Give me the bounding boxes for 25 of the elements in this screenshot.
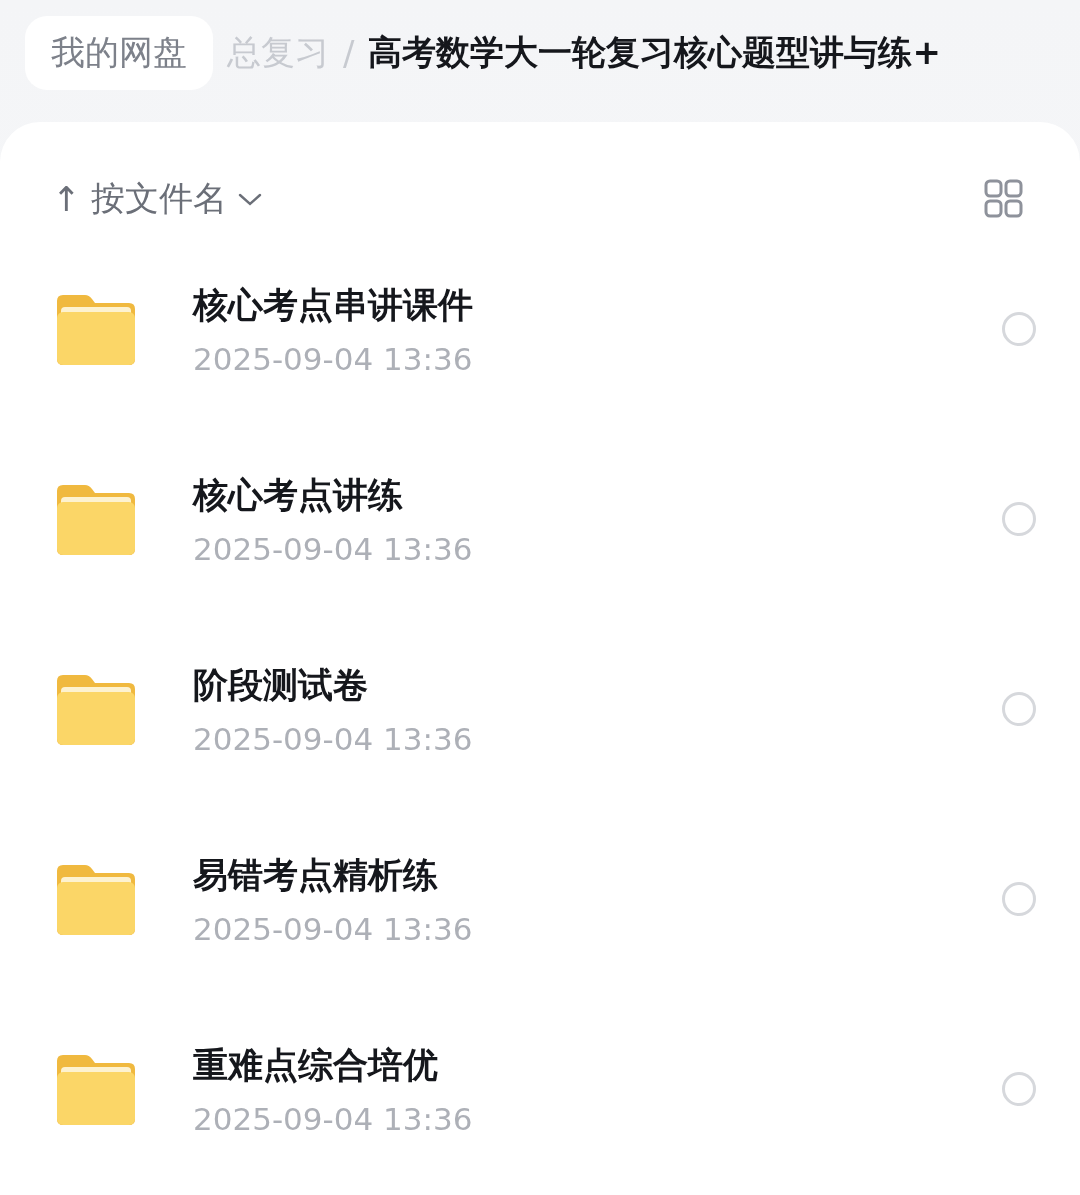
sort-button[interactable]: ↑ 按文件名 [52,176,263,222]
folder-icon [55,673,137,745]
folder-icon [55,863,137,935]
folder-name[interactable]: 易错考点精析练 [193,851,1002,899]
modified-date: 2025-09-04 13:36 [193,530,474,567]
grid-view-icon[interactable] [984,179,1024,219]
select-radio[interactable] [1002,502,1036,536]
select-radio[interactable] [1002,882,1036,916]
folder-name[interactable]: 阶段测试卷 [193,661,1002,709]
folder-icon [55,1053,137,1125]
modified-date: 2025-09-04 13:36 [193,910,474,947]
modified-date: 2025-09-04 13:36 [193,720,474,757]
breadcrumb-item: 高考数学大一轮复习核心题型讲与练+ [368,31,941,74]
select-radio[interactable] [1002,1072,1036,1106]
select-radio[interactable] [1002,692,1036,726]
modified-date: 2025-09-04 13:36 [193,1100,474,1137]
folder-icon [55,483,137,555]
folder-name[interactable]: 核心考点讲练 [193,471,1002,519]
breadcrumb-root[interactable]: 我的网盘 [25,16,213,90]
breadcrumb-separator: / [343,33,355,73]
folder-icon [55,293,137,365]
folder-name[interactable]: 重难点综合培优 [193,1041,1002,1089]
select-radio[interactable] [1002,312,1036,346]
folder-name[interactable]: 核心考点串讲课件 [193,281,1002,329]
modified-date: 2025-09-04 13:36 [193,340,474,377]
